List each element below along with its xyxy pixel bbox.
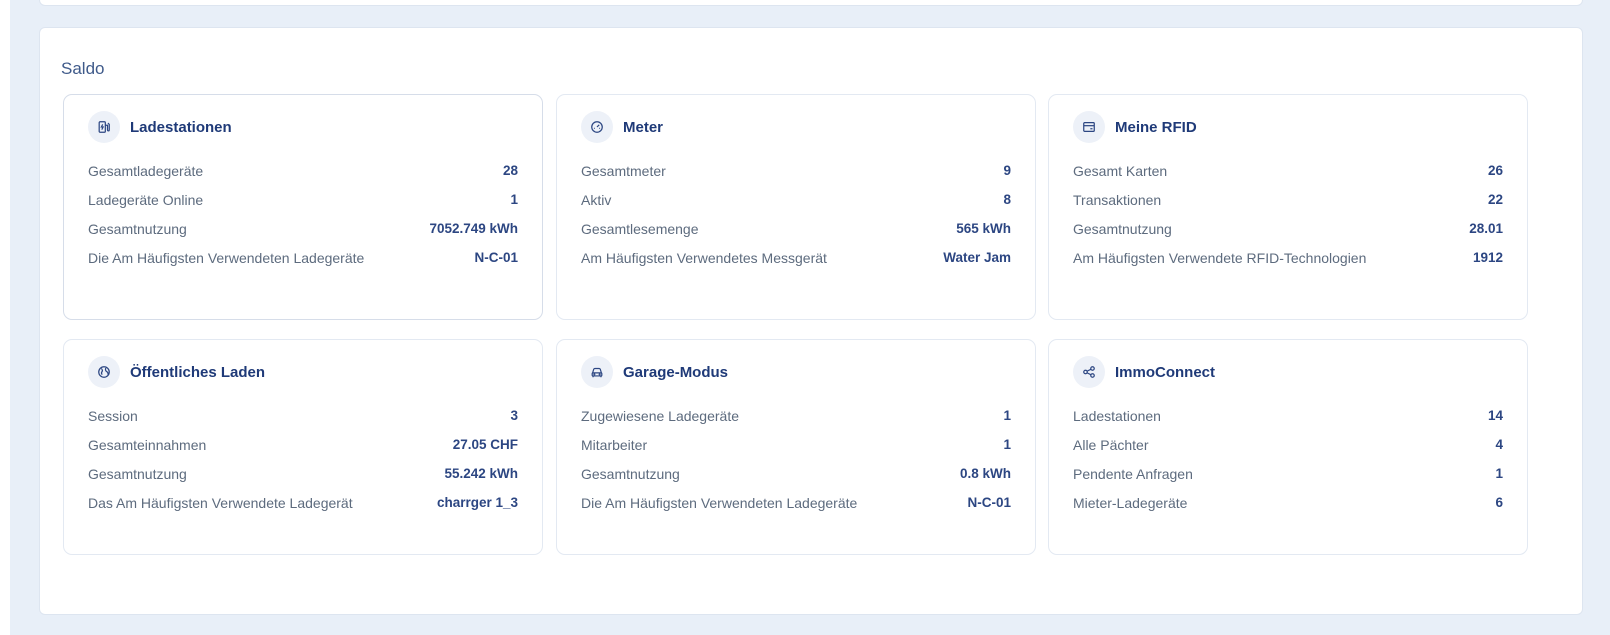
- stat-label: Das Am Häufigsten Verwendete Ladegerät: [88, 494, 353, 511]
- stat-label: Transaktionen: [1073, 191, 1162, 208]
- stat-value: charrger 1_3: [436, 495, 518, 510]
- stat-value: 28: [502, 163, 518, 178]
- card-meter[interactable]: Meter Gesamtmeter 9 Aktiv 8 Gesamtlesemeng…: [556, 94, 1036, 320]
- stat-label: Gesamtnutzung: [88, 465, 187, 482]
- stat-label: Ladestationen: [1073, 407, 1161, 424]
- stat-label: Zugewiesene Ladegeräte: [581, 407, 740, 424]
- ev-station-icon: [88, 111, 120, 143]
- stat-label: Die Am Häufigsten Verwendeten Ladegeräte: [581, 494, 858, 511]
- card-meine-rfid[interactable]: Meine RFID Gesamt Karten 26 Transaktionen…: [1048, 94, 1528, 320]
- card-garage-modus[interactable]: Garage-Modus Zugewiesene Ladegeräte 1 Mit…: [556, 339, 1036, 555]
- card-header: Meter: [581, 111, 663, 143]
- stat-value: N-C-01: [474, 250, 518, 265]
- stat-value: 0.8 kWh: [959, 466, 1011, 481]
- stat-label: Session: [88, 407, 138, 424]
- stat-value: 22: [1487, 192, 1503, 207]
- stat-row: Ladegeräte Online 1: [88, 185, 518, 214]
- stat-row: Die Am Häufigsten Verwendeten Ladegeräte…: [88, 243, 518, 272]
- stat-value: 4: [1495, 437, 1503, 452]
- stat-value: N-C-01: [967, 495, 1011, 510]
- stat-row: Mieter-Ladegeräte 6: [1073, 488, 1503, 517]
- card-title: Meter: [623, 118, 664, 136]
- stat-row: Gesamtnutzung 0.8 kWh: [581, 459, 1011, 488]
- saldo-panel: Saldo Ladestationen Gesamtladegeräte 28 L…: [39, 27, 1583, 615]
- card-header: Öffentliches Laden: [88, 356, 265, 388]
- stat-row: Gesamtmeter 9: [581, 156, 1011, 185]
- stat-row: Gesamtnutzung 55.242 kWh: [88, 459, 518, 488]
- stat-value: 28.01: [1469, 221, 1503, 236]
- stat-label: Gesamtladegeräte: [88, 162, 204, 179]
- card-ladestationen[interactable]: Ladestationen Gesamtladegeräte 28 Ladeger…: [63, 94, 543, 320]
- stat-row: Ladestationen 14: [1073, 401, 1503, 430]
- card-title: Ladestationen: [130, 118, 232, 136]
- previous-panel: [39, 0, 1583, 6]
- stat-label: Alle Pächter: [1073, 436, 1149, 453]
- card-header: Ladestationen: [88, 111, 232, 143]
- stat-value: 14: [1487, 408, 1503, 423]
- stat-row: Gesamtnutzung 28.01: [1073, 214, 1503, 243]
- gauge-icon: [581, 111, 613, 143]
- stat-value: 1: [510, 192, 518, 207]
- card-immoconnect[interactable]: ImmoConnect Ladestationen 14 Alle Pächter…: [1048, 339, 1528, 555]
- stat-label: Gesamtnutzung: [581, 465, 680, 482]
- stat-value: 1: [1003, 408, 1011, 423]
- stat-row: Alle Pächter 4: [1073, 430, 1503, 459]
- card-title: ImmoConnect: [1115, 363, 1216, 381]
- stat-label: Gesamtmeter: [581, 162, 666, 179]
- card-title: Öffentliches Laden: [130, 363, 266, 381]
- stat-row: Am Häufigsten Verwendetes Messgerät Water…: [581, 243, 1011, 272]
- stat-value: 3: [510, 408, 518, 423]
- stat-label: Am Häufigsten Verwendete RFID-Technologi…: [1073, 249, 1367, 266]
- card-title: Meine RFID: [1115, 118, 1197, 136]
- stat-label: Aktiv: [581, 191, 612, 208]
- card-header: ImmoConnect: [1073, 356, 1215, 388]
- stat-label: Gesamtlesemenge: [581, 220, 699, 237]
- card-header: Garage-Modus: [581, 356, 728, 388]
- stat-row: Zugewiesene Ladegeräte 1: [581, 401, 1011, 430]
- stat-label: Gesamtnutzung: [1073, 220, 1172, 237]
- stat-label: Mitarbeiter: [581, 436, 648, 453]
- stat-row: Gesamt Karten 26: [1073, 156, 1503, 185]
- stat-label: Pendente Anfragen: [1073, 465, 1193, 482]
- stat-label: Gesamteinnahmen: [88, 436, 207, 453]
- stat-row: Gesamteinnahmen 27.05 CHF: [88, 430, 518, 459]
- stat-row: Pendente Anfragen 1: [1073, 459, 1503, 488]
- stat-value: 1: [1495, 466, 1503, 481]
- card-title: Garage-Modus: [623, 363, 729, 381]
- stat-value: 26: [1487, 163, 1503, 178]
- share-icon: [1073, 356, 1105, 388]
- stat-row: Aktiv 8: [581, 185, 1011, 214]
- stat-value: 55.242 kWh: [444, 466, 518, 481]
- stat-label: Am Häufigsten Verwendetes Messgerät: [581, 249, 827, 266]
- stat-row: Gesamtladegeräte 28: [88, 156, 518, 185]
- stat-row: Das Am Häufigsten Verwendete Ladegerät ch…: [88, 488, 518, 517]
- stat-value: 1: [1003, 437, 1011, 452]
- stat-row: Die Am Häufigsten Verwendeten Ladegeräte…: [581, 488, 1011, 517]
- globe-icon: [88, 356, 120, 388]
- car-icon: [581, 356, 613, 388]
- stat-row: Transaktionen 22: [1073, 185, 1503, 214]
- stat-label: Mieter-Ladegeräte: [1073, 494, 1188, 511]
- stat-row: Gesamtnutzung 7052.749 kWh: [88, 214, 518, 243]
- stat-value: 6: [1495, 495, 1503, 510]
- stat-value: 9: [1003, 163, 1011, 178]
- stat-label: Gesamt Karten: [1073, 162, 1168, 179]
- stat-label: Die Am Häufigsten Verwendeten Ladegeräte: [88, 249, 365, 266]
- stat-label: Gesamtnutzung: [88, 220, 187, 237]
- card-oeffentliches-laden[interactable]: Öffentliches Laden Session 3 Gesamteinnah…: [63, 339, 543, 555]
- stat-value: Water Jam: [943, 250, 1011, 265]
- stat-row: Session 3: [88, 401, 518, 430]
- stat-label: Ladegeräte Online: [88, 191, 204, 208]
- stat-value: 27.05 CHF: [452, 437, 518, 452]
- stat-value: 7052.749 kWh: [429, 221, 518, 236]
- stat-row: Mitarbeiter 1: [581, 430, 1011, 459]
- stat-row: Gesamtlesemenge 565 kWh: [581, 214, 1011, 243]
- stat-row: Am Häufigsten Verwendete RFID-Technologi…: [1073, 243, 1503, 272]
- stat-value: 565 kWh: [956, 221, 1011, 236]
- card-header: Meine RFID: [1073, 111, 1197, 143]
- card-icon: [1073, 111, 1105, 143]
- stat-value: 1912: [1472, 250, 1503, 265]
- section-title: Saldo: [61, 59, 105, 78]
- stat-value: 8: [1003, 192, 1011, 207]
